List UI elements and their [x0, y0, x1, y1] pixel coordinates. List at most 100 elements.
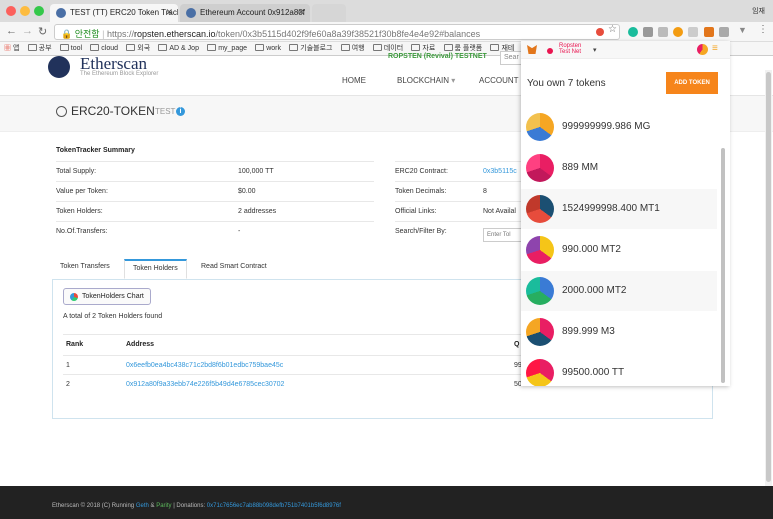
site-footer: Etherscan © 2018 (C) Running Geth & Pari…	[0, 486, 773, 519]
metamask-token-summary: You own 7 tokens ADD TOKEN	[521, 59, 730, 107]
token-balance: 2000.000 MT2	[562, 285, 627, 296]
holder-address-link[interactable]: 0x912a80f9a33ebb74e226f5b49d4e6785cec307…	[126, 381, 284, 388]
token-identicon-icon	[526, 113, 554, 141]
bookmark-folder[interactable]: work	[255, 42, 281, 55]
token-list-item[interactable]: 990.000 MT2	[521, 230, 717, 270]
browser-tab-active[interactable]: TEST (TT) ERC20 Token Track ✕	[50, 4, 178, 22]
extension-icon[interactable]	[673, 27, 683, 37]
bookmark-folder[interactable]: 공부	[27, 42, 52, 55]
reload-icon[interactable]: ↻	[38, 25, 47, 38]
tab-token-transfers[interactable]: Token Transfers	[52, 259, 118, 279]
new-tab-button[interactable]	[312, 4, 346, 22]
holder-address-link[interactable]: 0x6eefb0ea4bc438c71c2bd8f6b01edbc759bae4…	[126, 362, 283, 369]
folder-icon	[411, 44, 421, 51]
tab-token-holders[interactable]: Token Holders	[124, 259, 187, 279]
summary-row: Value per Token: $0.00	[56, 181, 374, 201]
etherscan-logo-icon[interactable]	[48, 56, 70, 78]
token-list-item[interactable]: 1524999998.400 MT1	[521, 189, 717, 229]
donation-address-link[interactable]: 0x71c7656ec7ab88b098defb751b7401b5f6d897…	[207, 503, 341, 509]
extension-icon[interactable]	[643, 27, 653, 37]
bookmark-star-icon[interactable]: ☆	[608, 24, 618, 35]
nav-home[interactable]: HOME	[342, 76, 366, 85]
token-symbol: TEST	[155, 107, 176, 116]
chevron-down-icon: ▾	[451, 76, 456, 85]
summary-row: ERC20 Contract: 0x3b5115c	[395, 161, 525, 181]
bookmark-folder[interactable]: 기술블로그	[289, 42, 332, 55]
token-list-item[interactable]: 899.999 M3	[521, 312, 717, 352]
info-icon[interactable]: i	[176, 107, 185, 116]
parity-link[interactable]: Parity	[156, 503, 171, 509]
chevron-down-icon[interactable]: ▾	[593, 46, 597, 54]
nav-account[interactable]: ACCOUNT	[479, 76, 519, 85]
menu-icon[interactable]: ≡	[712, 43, 718, 54]
minimize-window-button[interactable]	[20, 6, 30, 16]
folder-icon	[490, 44, 500, 51]
extension-icon[interactable]	[628, 27, 638, 37]
tab-title: TEST (TT) ERC20 Token Track	[70, 8, 178, 17]
close-tab-icon[interactable]: ✕	[165, 7, 173, 18]
bookmark-folder[interactable]: my_page	[207, 42, 247, 55]
token-list-item[interactable]: 999999999.986 MG	[521, 107, 717, 147]
folder-icon	[59, 44, 69, 51]
extension-icon[interactable]	[688, 27, 698, 37]
chrome-menu-icon[interactable]: ⋮	[758, 24, 768, 35]
maximize-window-button[interactable]	[34, 6, 44, 16]
bookmark-folder[interactable]: tool	[59, 42, 82, 55]
summary-title: TokenTracker Summary	[56, 147, 135, 154]
token-balance: 889 MM	[562, 162, 599, 173]
close-tab-icon[interactable]: ✕	[297, 7, 305, 18]
logo-subtitle: The Ethereum Block Explorer	[80, 71, 159, 77]
url-input[interactable]: 🔒 안전함 | https://ropsten.etherscan.io/tok…	[54, 24, 620, 40]
token-list-item[interactable]: 2000.000 MT2	[521, 271, 717, 311]
folder-icon	[27, 44, 37, 51]
metamask-header: Ropsten Test Net ▾ ≡	[521, 41, 730, 59]
token-list-item[interactable]: 889 MM	[521, 148, 717, 188]
browser-tab-strip: TEST (TT) ERC20 Token Track ✕ Ethereum A…	[0, 0, 773, 22]
folder-icon	[289, 44, 299, 51]
token-list-item[interactable]: 99500.000 TT	[521, 353, 717, 386]
tab-read-smart-contract[interactable]: Read Smart Contract	[193, 259, 275, 279]
token-balance: 99500.000 TT	[562, 367, 625, 378]
lock-icon: 🔒	[61, 29, 73, 39]
contract-link[interactable]: 0x3b5115c	[483, 168, 517, 175]
page-scrollbar-thumb[interactable]	[766, 72, 771, 482]
token-identicon-icon	[526, 236, 554, 264]
account-avatar-icon[interactable]	[697, 44, 708, 55]
nav-blockchain[interactable]: BLOCKCHAIN ▾	[397, 76, 455, 85]
translate-icon[interactable]	[596, 28, 604, 36]
summary-row: Total Supply: 100,000 TT	[56, 161, 374, 181]
token-identicon-icon	[526, 318, 554, 346]
bookmark-folder[interactable]: AD & Jop	[158, 42, 199, 55]
close-window-button[interactable]	[6, 6, 16, 16]
browser-tab[interactable]: Ethereum Account 0x912a80f ✕	[180, 4, 310, 22]
token-balance: 999999999.986 MG	[562, 121, 651, 132]
filter-icon[interactable]: ▼	[738, 25, 748, 35]
folder-icon	[372, 44, 382, 51]
forward-arrow-icon[interactable]: →	[22, 25, 33, 37]
page-title: ERC20-TOKEN	[71, 104, 155, 118]
token-identicon-icon	[526, 277, 554, 305]
filter-input[interactable]: Enter Tol	[483, 228, 523, 242]
token-balance: 899.999 M3	[562, 326, 615, 337]
holder-rank: 2	[66, 381, 70, 388]
extension-icon[interactable]	[719, 27, 729, 37]
profile-name[interactable]: 임재	[752, 6, 765, 16]
bookmark-apps[interactable]: ▦ 앱	[4, 42, 19, 55]
tokenholders-chart-button[interactable]: TokenHolders Chart	[63, 288, 151, 305]
metamask-fox-icon	[527, 45, 537, 54]
geth-link[interactable]: Geth	[136, 503, 149, 509]
token-list-scrollbar[interactable]	[721, 148, 725, 383]
summary-row: Token Holders: 2 addresses	[56, 201, 374, 221]
address-bar-row: ← → ↻ 🔒 안전함 | https://ropsten.etherscan.…	[0, 22, 773, 42]
bookmark-folder[interactable]: 여행	[340, 42, 365, 55]
column-header-address: Address	[126, 341, 155, 348]
metamask-fox-icon[interactable]	[704, 27, 714, 37]
extension-icon[interactable]	[658, 27, 668, 37]
folder-icon	[255, 44, 265, 51]
back-arrow-icon[interactable]: ←	[6, 25, 17, 37]
metamask-popup: Ropsten Test Net ▾ ≡ You own 7 tokens ADD…	[521, 41, 730, 386]
folder-icon	[443, 44, 453, 51]
token-balance: 1524999998.400 MT1	[562, 203, 660, 214]
column-header-rank: Rank	[66, 341, 84, 348]
add-token-button[interactable]: ADD TOKEN	[666, 72, 718, 94]
